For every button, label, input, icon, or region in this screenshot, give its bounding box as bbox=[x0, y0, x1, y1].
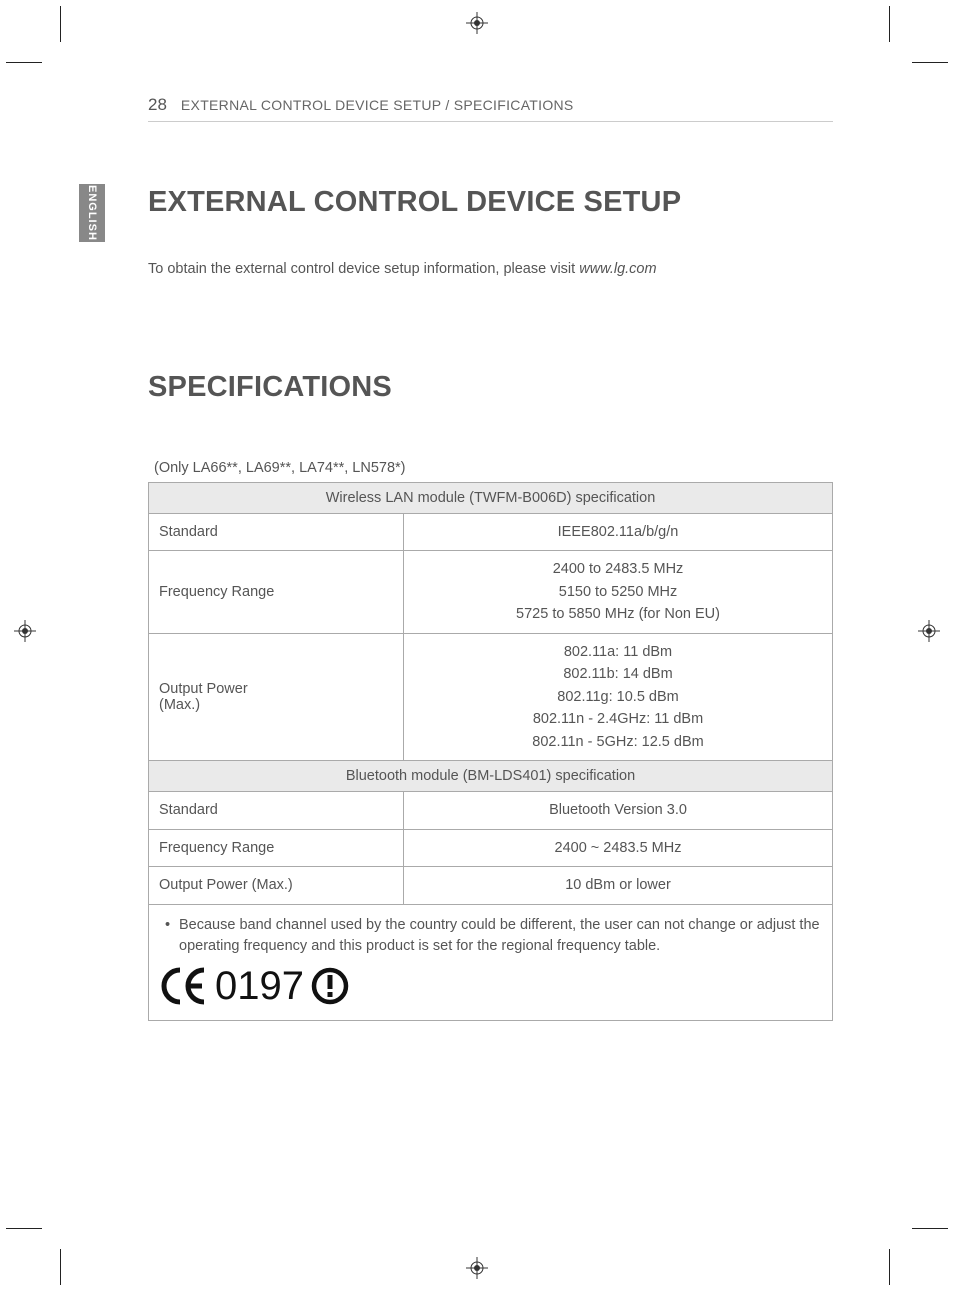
registration-mark-icon bbox=[466, 1257, 488, 1279]
spec-label: Standard bbox=[149, 792, 404, 829]
registration-mark-icon bbox=[466, 12, 488, 34]
bt-header: Bluetooth module (BM-LDS401) specificati… bbox=[149, 761, 833, 792]
spec-value: 802.11a: 11 dBm802.11b: 14 dBm802.11g: 1… bbox=[404, 633, 833, 760]
note-cell: Because band channel used by the country… bbox=[149, 904, 833, 1021]
crop-mark bbox=[60, 1249, 61, 1285]
table-row: Standard IEEE802.11a/b/g/n bbox=[149, 514, 833, 551]
intro-text: To obtain the external control device se… bbox=[148, 261, 579, 277]
alert-circle-icon bbox=[310, 966, 350, 1006]
crop-mark bbox=[889, 1249, 890, 1285]
crop-mark bbox=[912, 62, 948, 63]
language-tab: ENGLISH bbox=[79, 184, 105, 242]
table-row: Frequency Range 2400 ~ 2483.5 MHz bbox=[149, 829, 833, 866]
spec-value: 10 dBm or lower bbox=[404, 867, 833, 904]
table-row: Output Power(Max.) 802.11a: 11 dBm802.11… bbox=[149, 633, 833, 760]
registration-mark-icon bbox=[918, 620, 940, 642]
registration-mark-icon bbox=[14, 620, 36, 642]
running-header: 28 EXTERNAL CONTROL DEVICE SETUP / SPECI… bbox=[148, 95, 833, 122]
wlan-header: Wireless LAN module (TWFM-B006D) specifi… bbox=[149, 483, 833, 514]
table-row: Frequency Range 2400 to 2483.5 MHz5150 t… bbox=[149, 551, 833, 633]
crop-mark bbox=[912, 1228, 948, 1229]
intro-link: www.lg.com bbox=[579, 261, 656, 277]
crop-mark bbox=[6, 62, 42, 63]
spec-label: Standard bbox=[149, 514, 404, 551]
header-title: EXTERNAL CONTROL DEVICE SETUP / SPECIFIC… bbox=[181, 97, 574, 113]
ce-number: 0197 bbox=[215, 966, 304, 1006]
table-row: Standard Bluetooth Version 3.0 bbox=[149, 792, 833, 829]
crop-mark bbox=[6, 1228, 42, 1229]
page-number: 28 bbox=[148, 95, 167, 115]
page-content: 28 EXTERNAL CONTROL DEVICE SETUP / SPECI… bbox=[148, 95, 833, 1021]
spec-label: Output Power(Max.) bbox=[149, 633, 404, 760]
table-row: Output Power (Max.) 10 dBm or lower bbox=[149, 867, 833, 904]
intro-paragraph: To obtain the external control device se… bbox=[148, 261, 833, 277]
spec-value: Bluetooth Version 3.0 bbox=[404, 792, 833, 829]
spec-label: Output Power (Max.) bbox=[149, 867, 404, 904]
crop-mark bbox=[60, 6, 61, 42]
heading-specifications: SPECIFICATIONS bbox=[148, 371, 833, 404]
note-list: Because band channel used by the country… bbox=[161, 915, 820, 959]
note-item: Because band channel used by the country… bbox=[161, 915, 820, 959]
crop-mark bbox=[889, 6, 890, 42]
heading-external-control: EXTERNAL CONTROL DEVICE SETUP bbox=[148, 186, 833, 219]
ce-marking: 0197 bbox=[161, 966, 820, 1006]
ce-logo-icon bbox=[161, 966, 209, 1006]
table-row: Because band channel used by the country… bbox=[149, 904, 833, 1021]
spec-table: Wireless LAN module (TWFM-B006D) specifi… bbox=[148, 482, 833, 1021]
spec-label: Frequency Range bbox=[149, 829, 404, 866]
spec-value: IEEE802.11a/b/g/n bbox=[404, 514, 833, 551]
spec-label: Frequency Range bbox=[149, 551, 404, 633]
models-note: (Only LA66**, LA69**, LA74**, LN578*) bbox=[154, 460, 833, 476]
spec-value: 2400 to 2483.5 MHz5150 to 5250 MHz5725 t… bbox=[404, 551, 833, 633]
spec-value: 2400 ~ 2483.5 MHz bbox=[404, 829, 833, 866]
